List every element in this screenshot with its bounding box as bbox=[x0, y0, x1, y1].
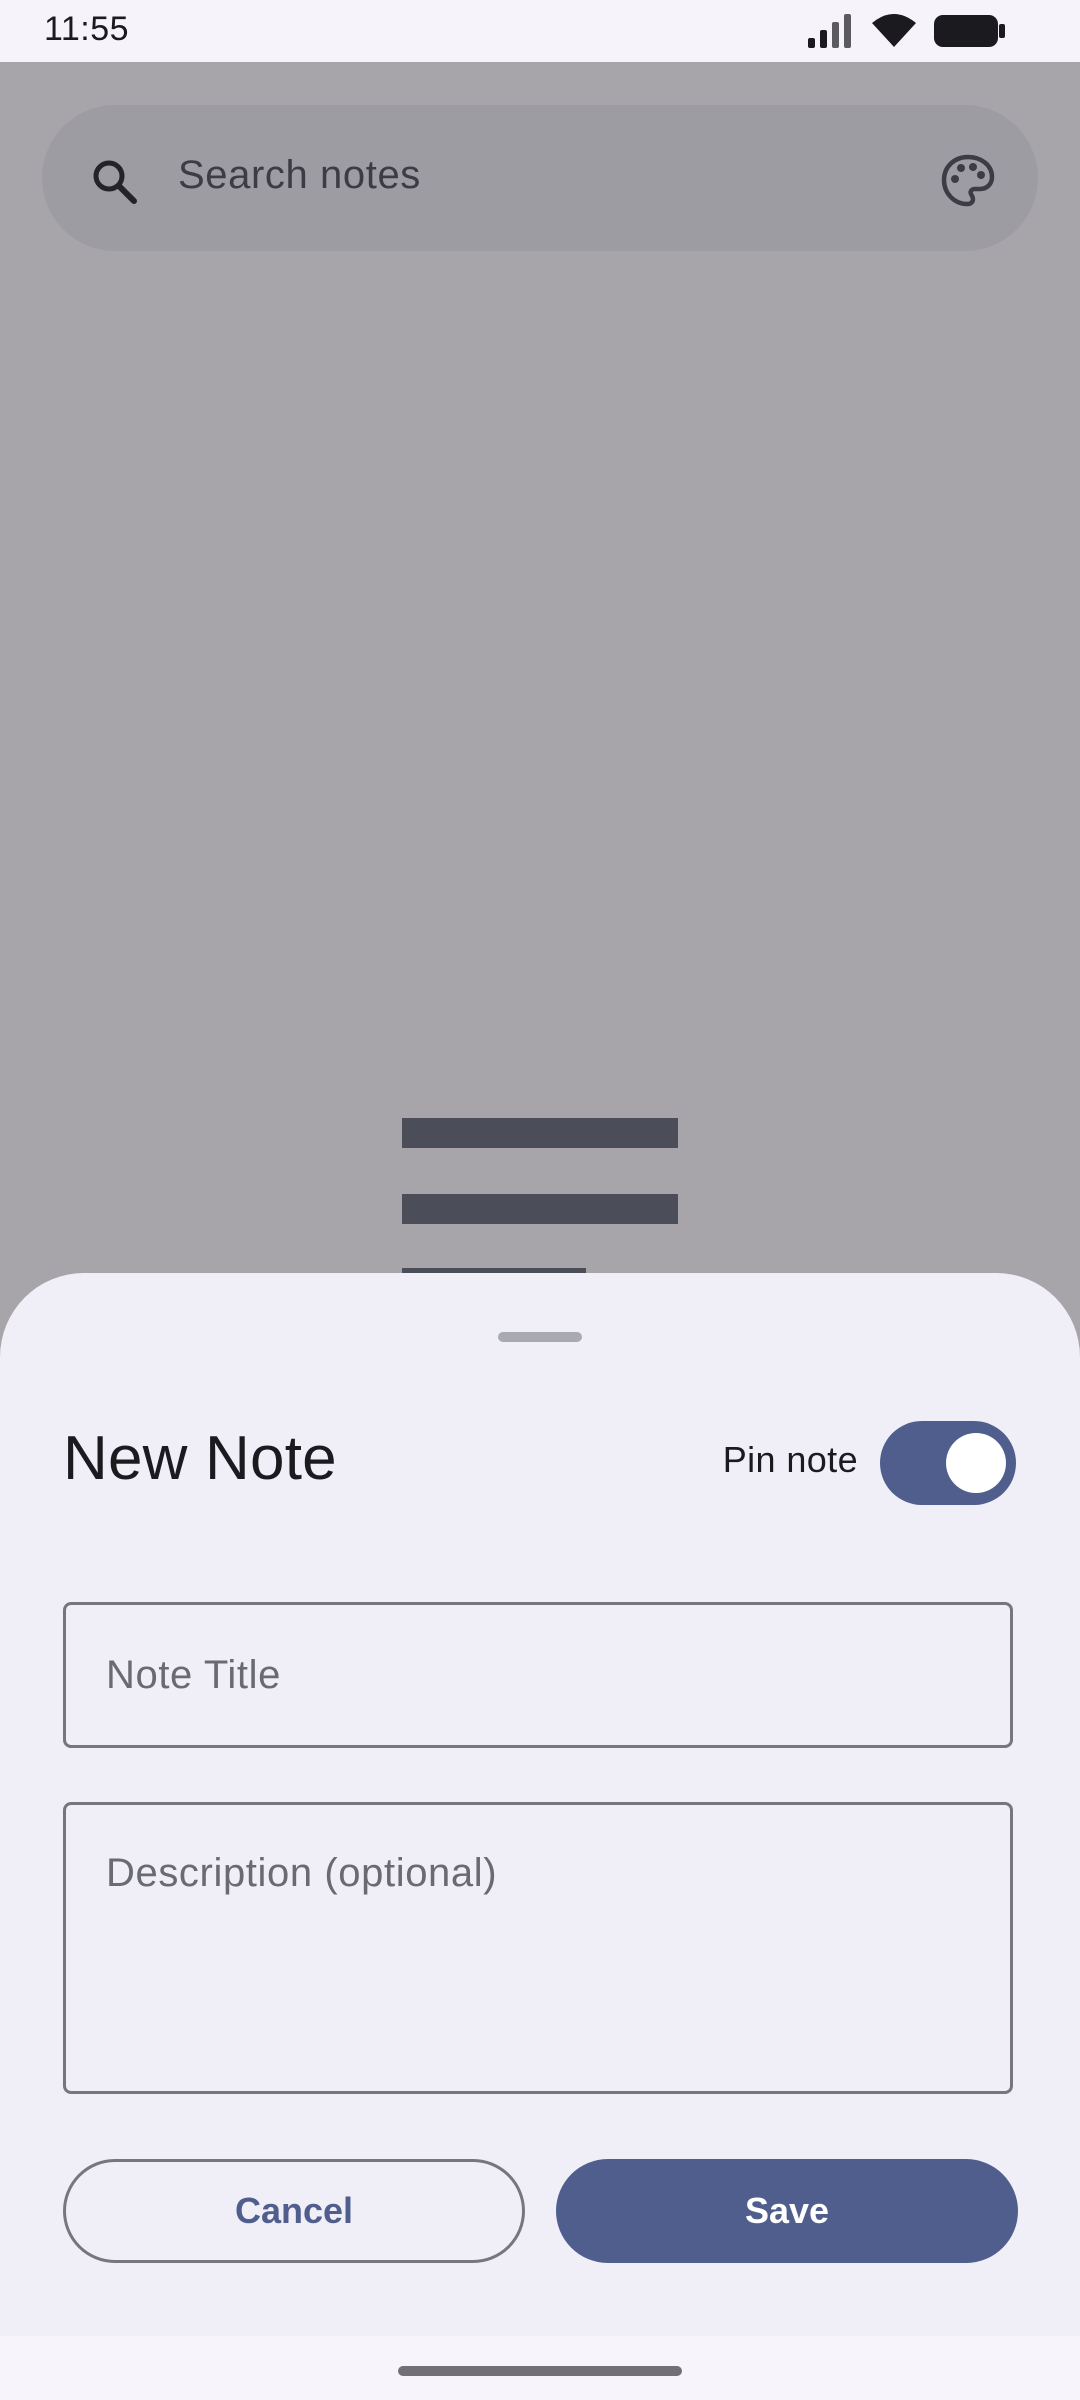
cancel-button[interactable]: Cancel bbox=[63, 2159, 525, 2263]
save-button[interactable]: Save bbox=[556, 2159, 1018, 2263]
sheet-title: New Note bbox=[63, 1424, 337, 1493]
pin-note-label: Pin note bbox=[722, 1439, 858, 1480]
home-indicator[interactable] bbox=[398, 2366, 682, 2376]
navigation-bar bbox=[0, 2336, 1080, 2400]
toggle-thumb bbox=[946, 1433, 1006, 1493]
status-time: 11:55 bbox=[44, 10, 130, 48]
note-description-input[interactable] bbox=[63, 1802, 1013, 2094]
status-icons bbox=[808, 12, 1006, 50]
drag-handle[interactable] bbox=[498, 1332, 582, 1342]
battery-icon bbox=[934, 15, 1005, 47]
wifi-icon bbox=[872, 14, 916, 47]
note-title-input[interactable] bbox=[63, 1602, 1013, 1748]
new-note-sheet: New Note Pin note Cancel Save bbox=[0, 1273, 1080, 2336]
pin-note-toggle[interactable] bbox=[880, 1421, 1016, 1505]
status-bar: 11:55 bbox=[0, 0, 1080, 62]
signal-icon bbox=[808, 14, 851, 48]
